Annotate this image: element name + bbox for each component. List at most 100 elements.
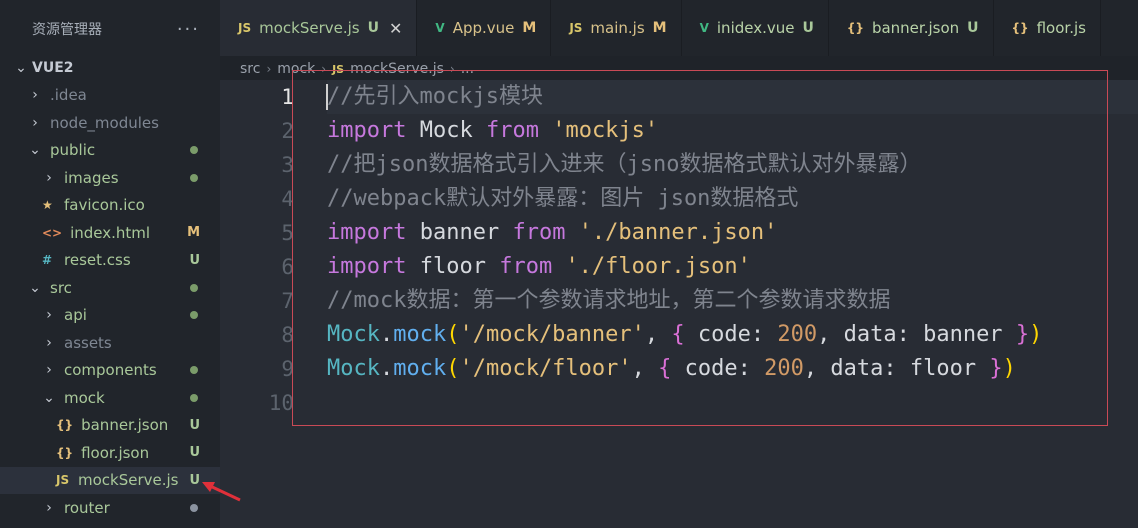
git-modified-dot-icon [190,366,198,375]
chevron-down-icon: ⌄ [29,279,41,296]
more-actions-icon[interactable]: ··· [177,19,200,40]
line-number: 7 [281,289,294,313]
close-icon[interactable]: ✕ [389,19,402,38]
tree-item-label: mockServe.js [78,471,179,490]
code-line: import banner from './banner.json' [327,216,1138,250]
code-token: Mock [327,356,380,381]
code-editor[interactable]: 1 2 3 4 5 6 7 8 9 10 //先引入mockjs模块 import Mock fro… [220,80,1138,528]
git-modified-dot-icon [190,283,198,292]
tree-item-label: public [50,141,96,160]
chevron-right-icon: › [46,334,52,351]
tab-mockserve-js[interactable]: JS mockServe.js U ✕ [220,0,418,56]
tree-item-banner-json[interactable]: {} banner.json U [0,412,220,440]
code-token: //把json数据格式引入进来（jsno数据格式默认对外暴露） [327,152,922,177]
chevron-right-icon: › [46,362,52,379]
chevron-right-icon: › [266,62,272,76]
tab-inidex-vue[interactable]: Vinidex.vue U [682,0,829,56]
code-token: import [327,118,407,143]
chevron-right-icon: › [449,62,455,76]
tree-item-assets[interactable]: › assets [0,329,220,357]
breadcrumb-file[interactable]: mockServe.js [350,61,444,77]
tree-item--idea[interactable]: › .idea [0,82,220,110]
code-token: Mock [327,322,380,347]
chevron-right-icon: › [32,87,38,104]
code-token: from [499,254,553,279]
tree-item-images[interactable]: › images [0,164,220,192]
tree-item-label: index.html [70,223,151,242]
chevron-right-icon: › [46,307,52,324]
line-number: 1 [281,85,294,109]
tree-item-src[interactable]: ⌄ src [0,274,220,302]
tree-item-router[interactable]: › router [0,494,220,522]
code-token: import [327,220,407,245]
tab-app-vue[interactable]: V App.vue M [417,0,552,56]
breadcrumb: src › mock › JS mockServe.js › ... [240,58,474,80]
tree-root[interactable]: ⌄ VUE2 [0,54,220,82]
code-token: '/mock/floor' [459,356,632,381]
code-token: . [379,356,394,381]
code-token: mock [393,356,447,381]
tab-git-status: U [802,20,814,36]
git-status-badge: U [189,252,200,268]
tab-label: banner.json [871,19,960,37]
tab-git-status: M [652,20,667,36]
tree-item-label: api [64,306,87,325]
tree-item-reset-css[interactable]: # reset.css U [0,247,220,275]
breadcrumb-symbols[interactable]: ... [461,61,474,77]
explorer-sidebar: 资源管理器 ··· ⌄ VUE2 › .idea › node_modules ⌄ pub… [0,0,220,528]
tab-label: mockServe.js [259,19,360,37]
tree-item-components[interactable]: › components [0,357,220,385]
tree-item-index-html[interactable]: <> index.html M [0,219,220,247]
code-token: from [512,220,566,245]
tree-item-public[interactable]: ⌄ public [0,137,220,165]
tree-item-label: mock [64,388,105,407]
code-token: import [327,254,407,279]
tab-floor-js[interactable]: {} floor.js [994,0,1101,56]
code-line: //把json数据格式引入进来（jsno数据格式默认对外暴露） [327,148,1138,182]
code-line: //mock数据：第一个参数请求地址，第二个参数请求数据 [327,284,1138,318]
js-file-icon: JS [238,21,252,35]
chevron-right-icon: › [46,499,52,516]
breadcrumb-src[interactable]: src [240,61,260,77]
tree-item-label: floor.json [81,443,150,462]
code-token: , data: floor [803,356,990,381]
tab-main-js[interactable]: JS main.js M [551,0,682,56]
file-type-icon: {} [56,445,74,460]
git-modified-dot-icon [190,146,198,155]
js-file-icon: JS [569,21,583,35]
json-file-icon: {} [1011,21,1029,35]
code-token: , data: banner [817,322,1016,347]
tree-item-favicon-ico[interactable]: ★ favicon.ico [0,192,220,220]
chevron-down-icon: ⌄ [43,389,55,406]
git-status-badge: U [189,417,200,433]
annotation-arrow-icon [202,482,241,502]
tab-banner-json[interactable]: {} banner.json U [829,0,994,56]
tree-item-node-modules[interactable]: › node_modules [0,109,220,137]
git-status-badge: U [189,445,200,461]
code-line: import floor from './floor.json' [327,250,1138,284]
explorer-header: 资源管理器 ··· [0,0,220,58]
tree-item-label: reset.css [64,251,131,270]
file-type-icon: {} [56,418,74,433]
breadcrumb-mock[interactable]: mock [277,61,315,77]
code-area[interactable]: //先引入mockjs模块 import Mock from 'mockjs' //… [327,80,1138,420]
code-line: import Mock from 'mockjs' [327,114,1138,148]
tree-item-floor-json[interactable]: {} floor.json U [0,439,220,467]
tab-label: inidex.vue [716,19,795,37]
file-type-icon: <> [42,225,63,240]
chevron-right-icon: › [32,114,38,131]
code-token: 'mockjs' [552,118,659,143]
tree-item-api[interactable]: › api [0,302,220,330]
tab-git-status: U [367,20,379,36]
tree-item-mockserve-js[interactable]: JS mockServe.js U [0,466,220,494]
editor-tabs: JS mockServe.js U ✕ V App.vue M JS main.js M Vinid… [220,0,1138,56]
file-tree: ⌄ VUE2 › .idea › node_modules ⌄ public › images… [0,54,220,522]
git-modified-dot-icon [190,311,198,320]
code-token: from [485,118,539,143]
tree-item-label: .idea [50,86,87,105]
tree-item-label: favicon.ico [64,196,145,215]
tree-item-mock[interactable]: ⌄ mock [0,384,220,412]
